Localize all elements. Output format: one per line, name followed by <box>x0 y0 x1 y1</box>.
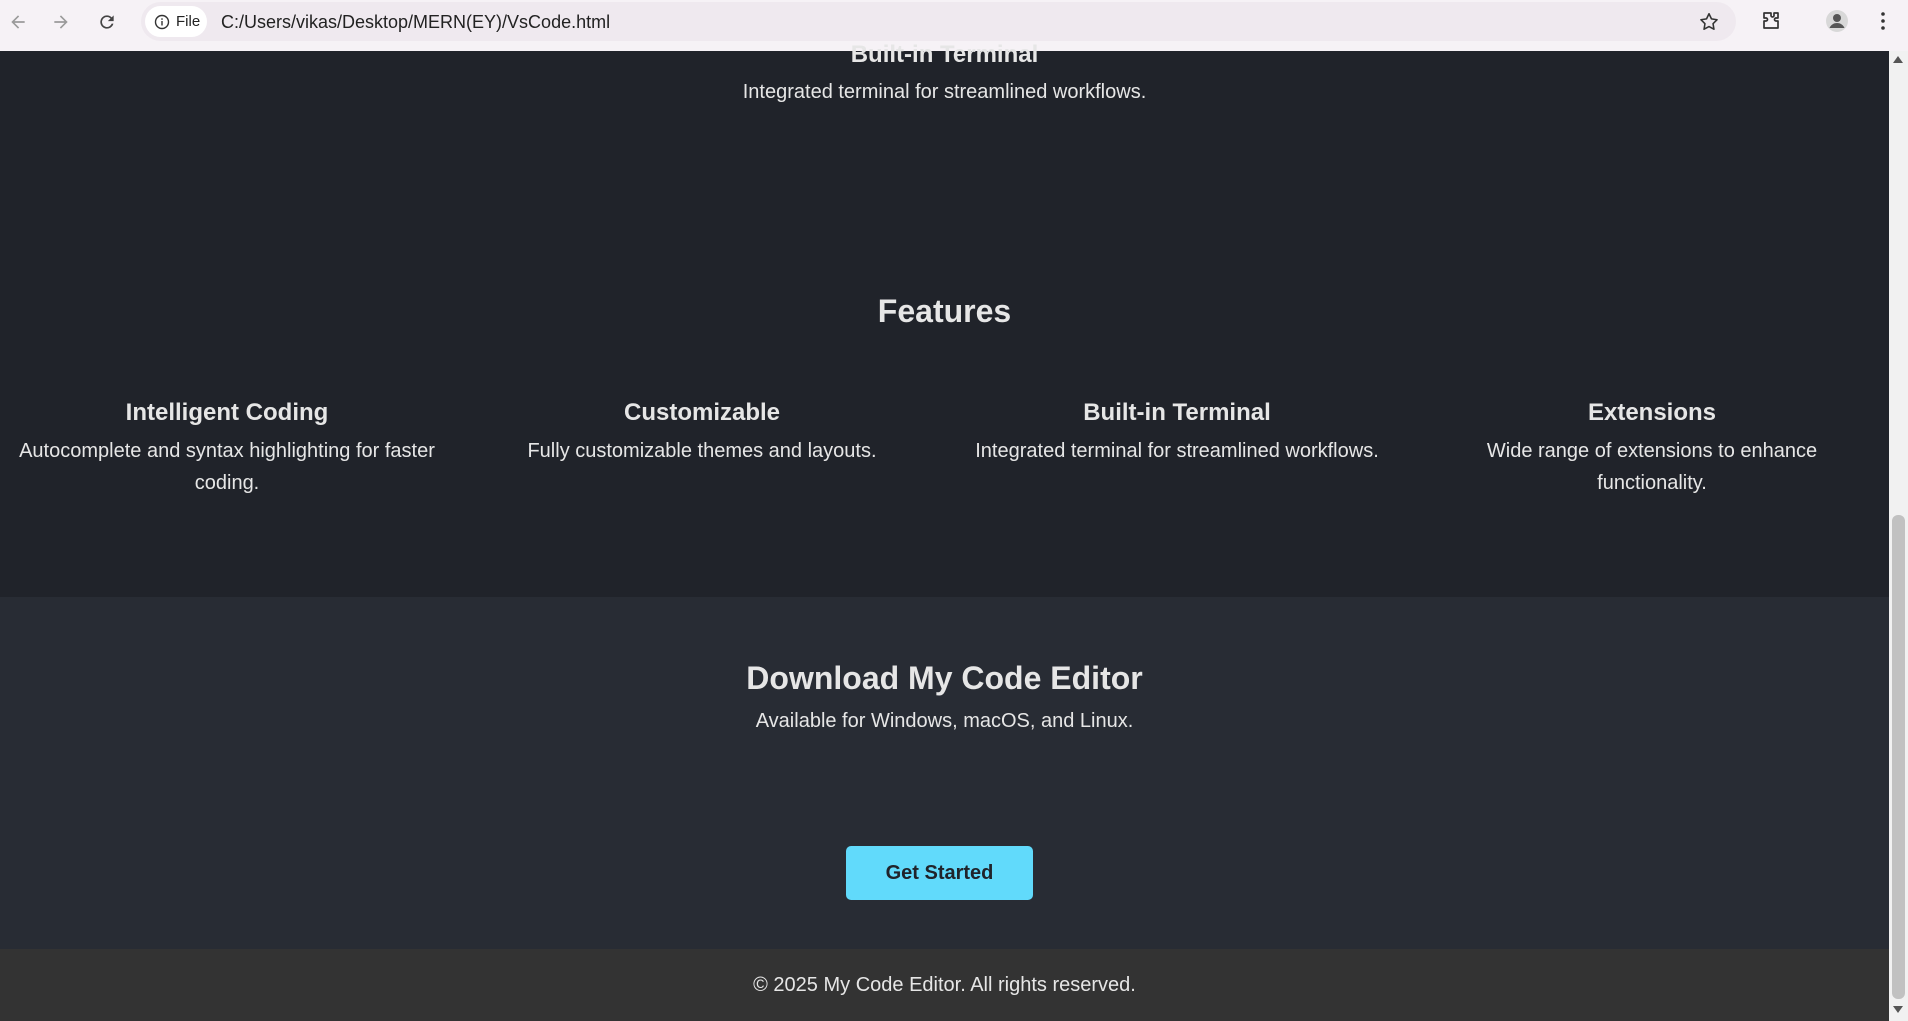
address-bar[interactable]: File C:/Users/vikas/Desktop/MERN(EY)/VsC… <box>141 2 1736 41</box>
scroll-down-arrow-icon[interactable] <box>1893 1006 1903 1013</box>
feature-card-customizable: Customizable Fully customizable themes a… <box>482 399 922 467</box>
download-section: Download My Code Editor Available for Wi… <box>0 597 1889 949</box>
feature-text: Integrated terminal for streamlined work… <box>975 440 1379 462</box>
feature-text: Wide range of extensions to enhance func… <box>1486 440 1818 494</box>
feature-card-extensions: Extensions Wide range of extensions to e… <box>1432 399 1872 499</box>
forward-button[interactable] <box>48 9 74 35</box>
back-button[interactable] <box>5 9 31 35</box>
feature-title: Customizable <box>623 399 781 426</box>
footer-copyright: © 2025 My Code Editor. All rights reserv… <box>753 974 1136 996</box>
extensions-icon[interactable] <box>1759 9 1783 33</box>
footer: © 2025 My Code Editor. All rights reserv… <box>0 949 1889 1021</box>
arrow-left-icon <box>11 15 25 29</box>
partial-feature-text: Integrated terminal for streamlined work… <box>742 81 1147 103</box>
feature-title: Built-in Terminal <box>1083 399 1271 426</box>
profile-avatar-icon[interactable] <box>1825 9 1849 33</box>
site-info-chip[interactable]: File <box>145 6 207 37</box>
feature-text: Fully customizable themes and layouts. <box>527 440 877 462</box>
get-started-button[interactable]: Get Started <box>846 846 1033 900</box>
menu-kebab-icon[interactable] <box>1871 9 1895 33</box>
scroll-up-arrow-icon[interactable] <box>1893 56 1903 63</box>
download-subtitle: Available for Windows, macOS, and Linux. <box>755 710 1134 732</box>
partial-feature-title: Built-in Terminal <box>850 41 1039 68</box>
feature-title: Extensions <box>1587 399 1717 426</box>
site-info-label: File <box>176 13 201 30</box>
feature-text: Autocomplete and syntax highlighting for… <box>19 440 435 494</box>
reload-button[interactable] <box>94 9 120 35</box>
features-heading: Features <box>877 293 1012 329</box>
feature-card-built-in-terminal: Built-in Terminal Integrated terminal fo… <box>957 399 1397 467</box>
scrollbar-thumb[interactable] <box>1892 515 1905 999</box>
page-viewport: Built-in Terminal Integrated terminal fo… <box>0 41 1889 1021</box>
feature-title: Intelligent Coding <box>125 399 329 426</box>
info-icon <box>154 14 170 29</box>
arrow-right-icon <box>54 15 68 29</box>
download-title: Download My Code Editor <box>746 660 1143 696</box>
feature-card-intelligent-coding: Intelligent Coding Autocomplete and synt… <box>7 399 447 499</box>
reload-icon <box>100 15 114 29</box>
url-text[interactable]: C:/Users/vikas/Desktop/MERN(EY)/VsCode.h… <box>221 12 610 33</box>
bookmark-star-icon[interactable] <box>1698 11 1720 33</box>
